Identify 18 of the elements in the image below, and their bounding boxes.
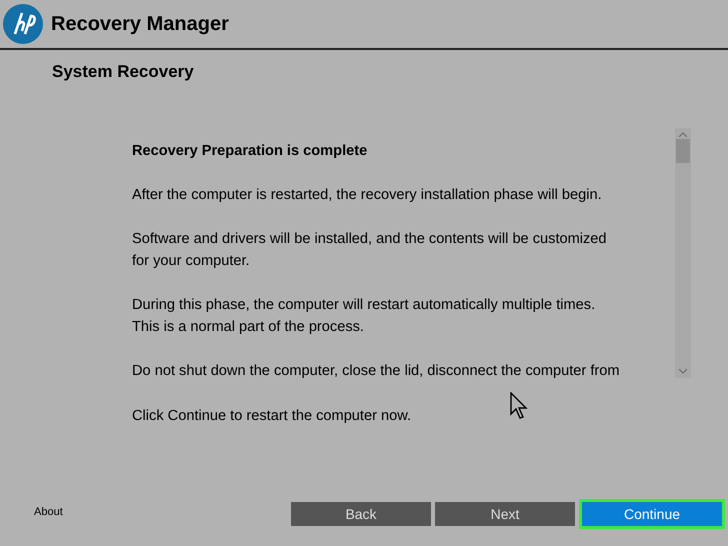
logo-icon [3, 4, 43, 44]
nav-button[interactable]: Next [435, 502, 575, 526]
chevron-up-icon[interactable] [679, 132, 687, 137]
message-paragraph: Software and drivers will be installed, and the contents will be customized for your computer. [132, 230, 608, 271]
message-paragraph: Do not shut down the computer, close the lid, disconnect the computer from [132, 362, 621, 380]
mouse-pointer-icon [510, 392, 528, 420]
message-heading: Recovery Preparation is complete [132, 142, 368, 161]
message-paragraph: During this phase, the computer will restart automatically multiple times. This is a normal part of the process. [132, 296, 596, 337]
scrollbar[interactable] [675, 128, 691, 378]
instruction-text: Click Continue to restart the computer now. [132, 408, 412, 424]
section-title: System Recovery [52, 62, 195, 82]
continue-button[interactable]: Continue [582, 502, 722, 526]
scrollbar-thumb[interactable] [676, 139, 690, 163]
about-link[interactable]: About [34, 506, 287, 518]
chevron-down-icon[interactable] [679, 369, 687, 374]
message-paragraph: After the computer is restarted, the recovery installation phase will begin. [132, 186, 603, 205]
nav-button[interactable]: Back [291, 502, 431, 526]
window-title: Recovery Manager [51, 12, 229, 36]
